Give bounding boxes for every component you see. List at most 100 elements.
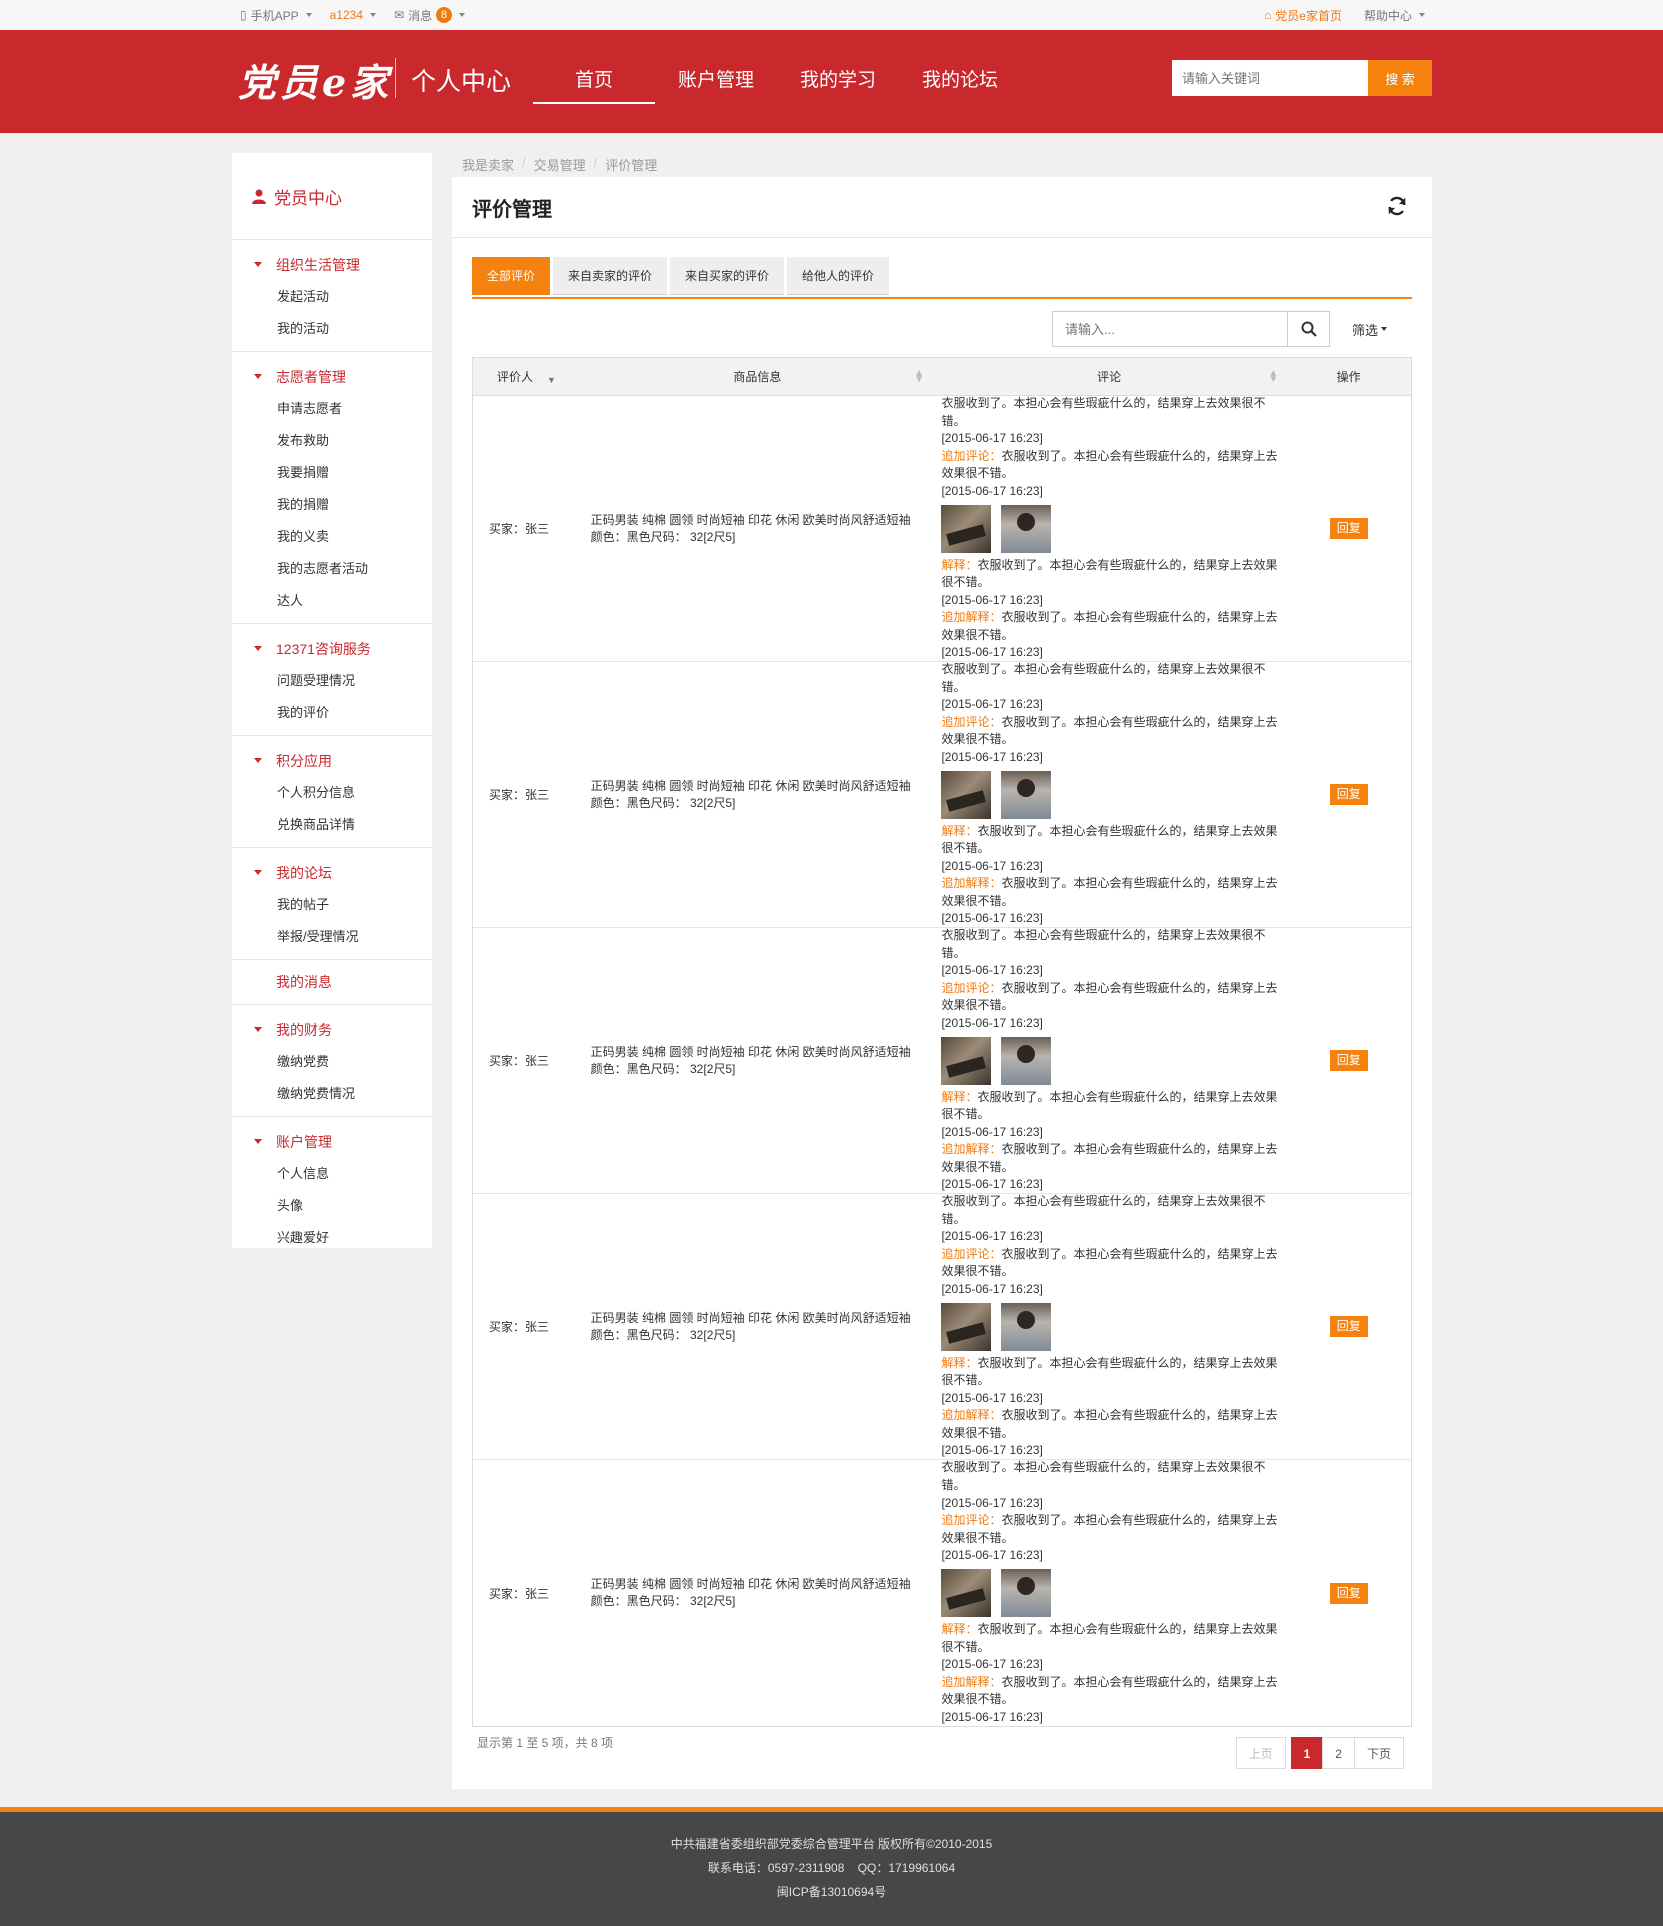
- sidebar-group-title[interactable]: 12371咨询服务: [232, 632, 432, 665]
- sidebar-item[interactable]: 达人: [232, 585, 432, 617]
- site-subtitle: 个人中心: [411, 68, 512, 96]
- messages-menu[interactable]: ✉ 消息 8: [394, 7, 466, 24]
- product-name[interactable]: 正码男装 纯棉 圆领 时尚短袖 印花 休闲 欧美时尚风舒适短袖: [591, 1044, 911, 1061]
- table-row: 买家：张三 正码男装 纯棉 圆领 时尚短袖 印花 休闲 欧美时尚风舒适短袖 颜色：黑…: [473, 1194, 1411, 1460]
- sidebar-group-title[interactable]: 组织生活管理: [232, 248, 432, 281]
- nav-home[interactable]: 首页: [533, 58, 655, 104]
- explain-label: 解释：: [941, 1355, 978, 1370]
- page-button[interactable]: 2: [1322, 1737, 1355, 1769]
- tab-from-sellers[interactable]: 来自卖家的评价: [553, 257, 668, 295]
- review-image[interactable]: [1001, 1569, 1052, 1617]
- pagination: 上页 1 2 下页: [1235, 1737, 1404, 1769]
- sidebar-item[interactable]: 申请志愿者: [232, 393, 432, 425]
- sidebar-item[interactable]: 我要捐赠: [232, 457, 432, 489]
- tab-from-buyers[interactable]: 来自买家的评价: [670, 257, 785, 295]
- sidebar-group-title[interactable]: 我的论坛: [232, 856, 432, 889]
- table-search-input[interactable]: [1052, 311, 1288, 347]
- review-image[interactable]: [1001, 504, 1052, 553]
- review-images: [941, 1036, 1286, 1085]
- sidebar-item[interactable]: 兑换商品详情: [232, 809, 432, 841]
- review-image[interactable]: [1001, 770, 1052, 819]
- nav-account[interactable]: 账户管理: [655, 58, 777, 104]
- message-count-badge: 8: [436, 7, 453, 23]
- sidebar-item-messages[interactable]: 我的消息: [232, 960, 432, 1005]
- sidebar-item[interactable]: 发布救助: [232, 425, 432, 457]
- main-nav: 首页 账户管理 我的学习 我的论坛: [533, 58, 1021, 104]
- page-button[interactable]: 1: [1290, 1737, 1324, 1769]
- help-center-menu[interactable]: 帮助中心: [1364, 7, 1425, 24]
- table-row: 买家：张三 正码男装 纯棉 圆领 时尚短袖 印花 休闲 欧美时尚风舒适短袖 颜色：黑…: [473, 396, 1411, 662]
- sidebar-group-title[interactable]: 志愿者管理: [232, 360, 432, 393]
- reply-button[interactable]: 回复: [1329, 1582, 1368, 1604]
- add-explain-label: 追加解释：: [941, 1142, 1002, 1157]
- explain-date: [2015-06-17 16:23]: [941, 592, 1043, 607]
- review-image[interactable]: [941, 770, 992, 819]
- mobile-icon: ▯: [240, 8, 247, 22]
- sidebar-item[interactable]: 个人信息: [232, 1158, 432, 1190]
- breadcrumb-item[interactable]: 我是卖家: [462, 155, 514, 174]
- user-menu[interactable]: a1234: [330, 8, 376, 22]
- product-cell: 正码男装 纯棉 圆领 时尚短袖 印花 休闲 欧美时尚风舒适短袖 颜色：黑色尺码： …: [583, 1194, 932, 1459]
- reply-button[interactable]: 回复: [1329, 1316, 1368, 1337]
- reviews-table: 评价人 ▼ 商品信息 ▲ ▼ 评论 ▲ ▼ 操作 买家：张三 正码男装 纯棉 圆领 时…: [472, 357, 1412, 1727]
- nav-forum[interactable]: 我的论坛: [899, 58, 1021, 104]
- sidebar-item[interactable]: 缴纳党费: [232, 1046, 432, 1078]
- col-product[interactable]: 商品信息 ▲ ▼: [583, 358, 932, 395]
- breadcrumb-item[interactable]: 交易管理: [534, 155, 586, 174]
- refresh-icon[interactable]: [1386, 195, 1408, 217]
- reply-button[interactable]: 回复: [1329, 784, 1368, 805]
- sidebar-group-title[interactable]: 积分应用: [232, 744, 432, 777]
- sidebar-group-title[interactable]: 我的财务: [232, 1013, 432, 1046]
- sidebar-item[interactable]: 缴纳党费情况: [232, 1078, 432, 1110]
- col-reviewer[interactable]: 评价人 ▼: [473, 358, 583, 395]
- sidebar-item[interactable]: 头像: [232, 1190, 432, 1222]
- add-review-label: 追加评论：: [941, 1246, 1002, 1261]
- sidebar-item[interactable]: 举报/受理情况: [232, 921, 432, 953]
- review-text: 衣服收到了。本担心会有些瑕疵什么的，结果穿上去效果很不错。: [941, 395, 1266, 428]
- action-cell: 回复: [1286, 662, 1411, 927]
- mobile-app-link[interactable]: ▯ 手机APP: [240, 7, 312, 24]
- sidebar-item[interactable]: 问题受理情况: [232, 665, 432, 697]
- reply-button[interactable]: 回复: [1329, 518, 1368, 539]
- add-review-label: 追加评论：: [941, 980, 1002, 995]
- nav-study[interactable]: 我的学习: [777, 58, 899, 104]
- prev-page-button[interactable]: 上页: [1235, 1737, 1286, 1769]
- review-image[interactable]: [1001, 1036, 1052, 1085]
- sidebar-item[interactable]: 我的志愿者活动: [232, 553, 432, 585]
- sidebar-item[interactable]: 我的帖子: [232, 889, 432, 921]
- product-name[interactable]: 正码男装 纯棉 圆领 时尚短袖 印花 休闲 欧美时尚风舒适短袖: [591, 778, 911, 795]
- home-link[interactable]: ⌂ 党员e家首页: [1264, 7, 1342, 24]
- col-comment[interactable]: 评论 ▲ ▼: [932, 358, 1286, 395]
- sidebar-item[interactable]: 我的捐赠: [232, 489, 432, 521]
- sidebar-item[interactable]: 我的评价: [232, 697, 432, 729]
- sidebar-group-title[interactable]: 账户管理: [232, 1125, 432, 1158]
- tab-to-others[interactable]: 给他人的评价: [787, 257, 890, 295]
- sidebar-header: 党员中心: [232, 153, 432, 240]
- review-image[interactable]: [1001, 1302, 1052, 1351]
- sidebar-item[interactable]: 个人积分信息: [232, 777, 432, 809]
- product-name[interactable]: 正码男装 纯棉 圆领 时尚短袖 印花 休闲 欧美时尚风舒适短袖: [591, 1576, 911, 1593]
- review-image[interactable]: [941, 1036, 992, 1085]
- product-name[interactable]: 正码男装 纯棉 圆领 时尚短袖 印花 休闲 欧美时尚风舒适短袖: [591, 512, 911, 529]
- site-logo[interactable]: 党员e家: [238, 52, 392, 107]
- reply-button[interactable]: 回复: [1329, 1050, 1368, 1071]
- review-image[interactable]: [941, 1302, 992, 1351]
- product-name[interactable]: 正码男装 纯棉 圆领 时尚短袖 印花 休闲 欧美时尚风舒适短袖: [591, 1310, 911, 1327]
- table-search-button[interactable]: [1288, 311, 1330, 347]
- search-input[interactable]: [1172, 60, 1368, 96]
- next-page-button[interactable]: 下页: [1353, 1737, 1404, 1769]
- filter-dropdown[interactable]: 筛选: [1352, 320, 1388, 339]
- sidebar-item[interactable]: 发起活动: [232, 281, 432, 313]
- product-spec: 颜色：黑色尺码： 32[2尺5]: [590, 529, 736, 544]
- review-image[interactable]: [941, 504, 992, 553]
- tab-all-reviews[interactable]: 全部评价: [472, 257, 551, 295]
- review-text: 衣服收到了。本担心会有些瑕疵什么的，结果穿上去效果很不错。: [941, 1460, 1266, 1493]
- sidebar-item[interactable]: 我的义卖: [232, 521, 432, 553]
- explain-label: 解释：: [941, 823, 978, 838]
- sidebar-item[interactable]: 我的活动: [232, 313, 432, 345]
- caret-down-icon: [254, 1027, 262, 1032]
- search-button[interactable]: 搜 索: [1368, 60, 1432, 96]
- sidebar-item[interactable]: 兴趣爱好: [232, 1222, 432, 1254]
- review-text: 衣服收到了。本担心会有些瑕疵什么的，结果穿上去效果很不错。: [941, 1193, 1266, 1226]
- review-image[interactable]: [941, 1569, 992, 1617]
